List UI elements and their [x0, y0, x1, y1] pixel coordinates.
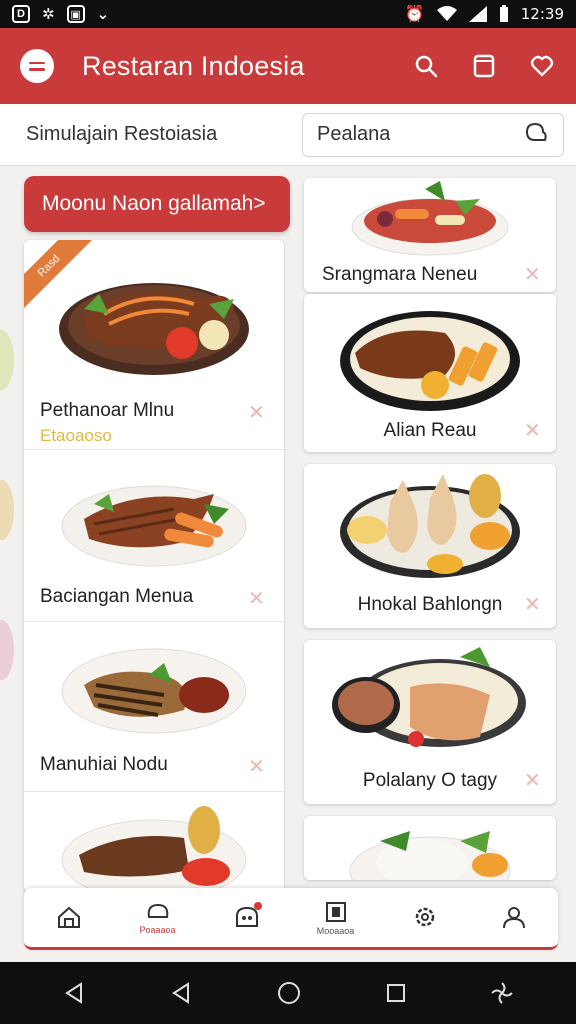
battery-icon [499, 5, 508, 22]
search-input[interactable] [317, 123, 497, 146]
close-icon[interactable]: ✕ [524, 262, 541, 287]
rice-bowl-image [304, 816, 556, 880]
close-icon[interactable]: ✕ [524, 592, 541, 617]
item-title: Hnokal Bahlongn [357, 594, 503, 615]
satay-image [24, 792, 284, 892]
alarm-icon: ⏰ [404, 6, 425, 23]
system-nav-bar [0, 962, 576, 1024]
search-strip: Simulajain Restoiasia [0, 104, 576, 166]
item-title: Manuhiai Nodu [40, 754, 168, 775]
side-decoration [0, 480, 14, 540]
bookmark-icon[interactable] [470, 52, 498, 80]
menu-card[interactable] [24, 792, 284, 892]
back-icon[interactable] [168, 980, 194, 1006]
wifi-icon [436, 6, 457, 21]
app-title: Restaran Indoesia [82, 50, 305, 81]
nav-chat[interactable]: Poaaaoa [123, 901, 193, 935]
menu-book-icon [325, 901, 346, 922]
item-subtitle: Etaoaoso [40, 426, 112, 445]
side-decoration [0, 620, 14, 680]
item-title: Pethanoar Mlnu [40, 400, 175, 421]
mixed-plate-image [304, 640, 556, 760]
item-title: Alian Reau [383, 420, 477, 441]
menu-promo-button[interactable]: Moonu Naon gallamah> [24, 176, 290, 232]
status-bar: D ✲ ▣ ⌄ ⏰ 12:39 [0, 0, 576, 28]
gallery-icon: ▣ [66, 5, 85, 23]
rice-platter-image [304, 464, 556, 582]
menu-card[interactable]: Srangmara Neneu ✕ [304, 178, 556, 292]
restaurant-label: Simulajain Restoiasia [26, 123, 218, 145]
recents-icon[interactable] [384, 981, 408, 1005]
assistant-icon[interactable] [489, 980, 515, 1006]
menu-list-left: Rasd Pethanoar Mlnu Etaoaoso ✕ Baciangan… [24, 240, 284, 892]
item-title: Baciangan Menua [40, 586, 194, 607]
back-icon[interactable] [61, 980, 87, 1006]
menu-button[interactable] [20, 49, 54, 83]
dropbox-icon: D [12, 5, 30, 23]
menu-card[interactable]: Baciangan Menua ✕ [24, 450, 284, 622]
close-icon[interactable]: ✕ [248, 586, 265, 611]
search-icon[interactable] [412, 52, 440, 80]
settings-icon [415, 907, 434, 926]
nav-label: Poaaaoa [139, 924, 176, 935]
nav-menu-book[interactable]: Mooaaoa [301, 900, 371, 936]
item-title: Srangmara Neneu [322, 264, 478, 285]
close-icon[interactable]: ✕ [248, 754, 265, 779]
profile-icon [502, 906, 525, 928]
check-icon: ⌄ [96, 6, 110, 23]
nav-settings[interactable] [390, 904, 460, 932]
right-column: Srangmara Neneu ✕ Alian Reau ✕ Hnokal Ba… [304, 178, 556, 890]
salad-image [304, 178, 556, 258]
nav-cart[interactable] [212, 901, 282, 932]
nav-label: Mooaaoa [316, 925, 355, 936]
menu-card[interactable]: Polalany O tagy ✕ [304, 640, 556, 804]
side-decoration [0, 330, 14, 390]
close-icon[interactable]: ✕ [524, 418, 541, 443]
grilled-meat-image [24, 450, 284, 578]
menu-card[interactable] [304, 816, 556, 880]
menu-card[interactable]: Hnokal Bahlongn ✕ [304, 464, 556, 628]
share-icon[interactable] [528, 52, 556, 80]
menu-card[interactable]: Rasd Pethanoar Mlnu Etaoaoso ✕ [24, 240, 284, 450]
nav-profile[interactable] [479, 904, 549, 932]
grilled-steak-image [24, 622, 284, 746]
settings-glyph-icon: ✲ [42, 6, 55, 23]
bottom-nav: Poaaaoa Mooaaoa [24, 888, 558, 950]
clock: 12:39 [520, 5, 564, 23]
filter-icon[interactable] [523, 120, 549, 150]
roast-chicken-image [304, 294, 556, 414]
app-bar: Restaran Indoesia [0, 28, 576, 104]
left-column: Moonu Naon gallamah> Rasd Pethanoar Mlnu [24, 176, 290, 892]
close-icon[interactable]: ✕ [248, 400, 265, 425]
signal-icon [468, 6, 487, 22]
home-icon [57, 906, 80, 928]
chat-icon [147, 903, 168, 918]
search-field[interactable] [302, 112, 564, 157]
home-circle-icon[interactable] [276, 980, 302, 1006]
notification-badge [253, 901, 262, 910]
item-title: Polalany O tagy [362, 770, 498, 791]
menu-card[interactable]: Manuhiai Nodu ✕ [24, 622, 284, 792]
menu-card[interactable]: Alian Reau ✕ [304, 294, 556, 452]
nav-home[interactable] [34, 904, 104, 932]
close-icon[interactable]: ✕ [524, 768, 541, 793]
